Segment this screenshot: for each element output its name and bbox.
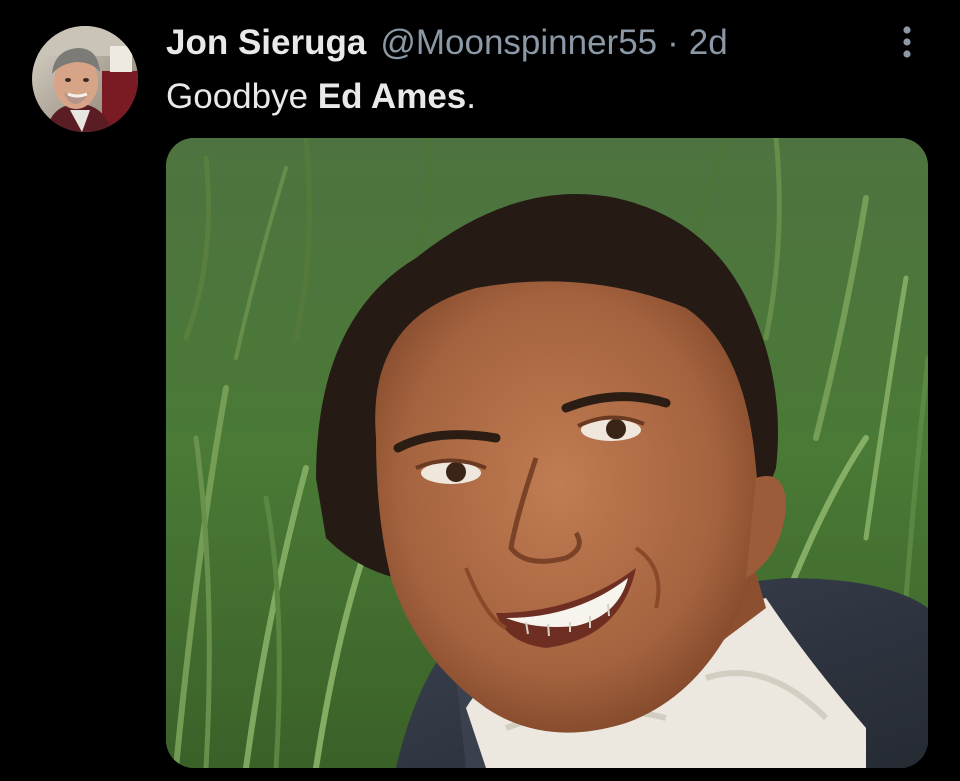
tweet-text-plain: Goodbye bbox=[166, 77, 318, 116]
more-vertical-icon bbox=[903, 26, 911, 58]
tweet: Jon Sieruga @Moonspinner55 · 2d Goodbye … bbox=[0, 0, 960, 781]
tweet-media-photo[interactable] bbox=[166, 138, 928, 768]
author-avatar[interactable] bbox=[32, 26, 138, 132]
author-handle[interactable]: @Moonspinner55 bbox=[380, 20, 657, 66]
avatar-image bbox=[32, 26, 138, 132]
tweet-timestamp[interactable]: 2d bbox=[689, 20, 728, 66]
more-options-button[interactable] bbox=[888, 22, 926, 62]
tweet-text-bold: Ed Ames bbox=[317, 77, 467, 116]
tweet-text-end: . bbox=[466, 77, 476, 116]
author-display-name[interactable]: Jon Sieruga bbox=[166, 20, 366, 66]
tweet-header: Jon Sieruga @Moonspinner55 · 2d bbox=[166, 20, 728, 66]
tweet-text: Goodbye Ed Ames. bbox=[166, 74, 476, 120]
media-photo-image bbox=[166, 138, 928, 768]
header-separator: · bbox=[667, 23, 679, 62]
